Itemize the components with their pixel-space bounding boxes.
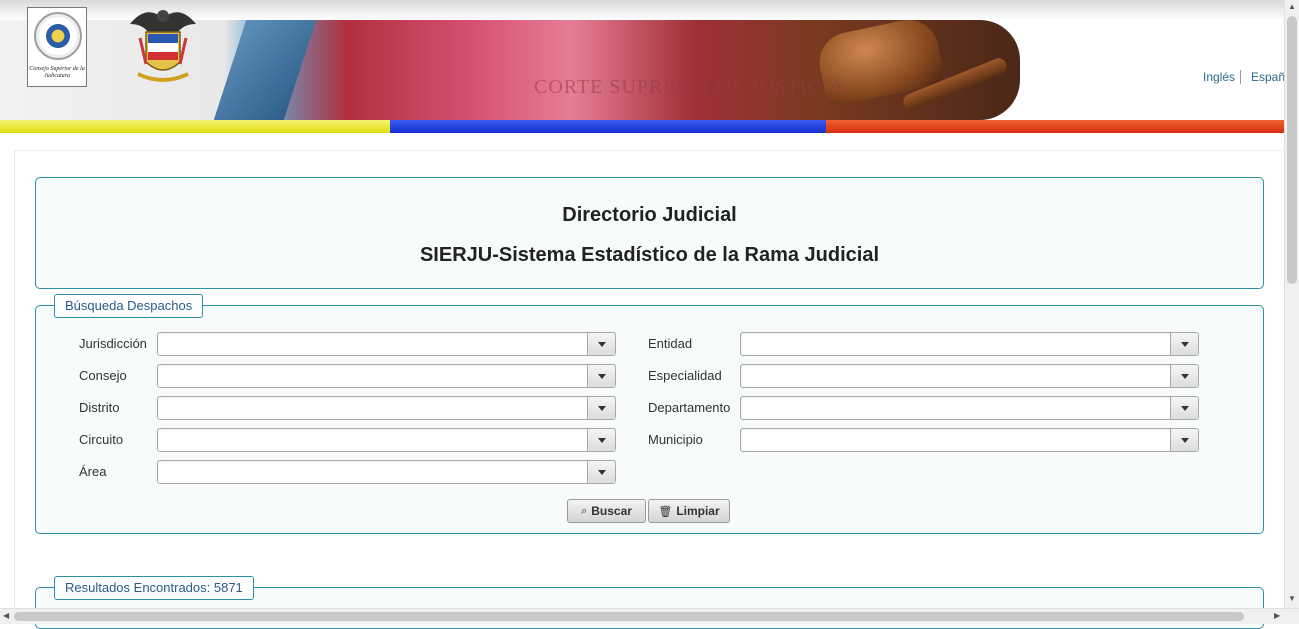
banner-watermark-text: CORTE SUPREMA DE JUSTICIA xyxy=(534,76,846,98)
coat-of-arms-logo xyxy=(130,10,196,82)
results-count-legend: Resultados Encontrados: 5871 xyxy=(54,576,254,600)
vertical-scrollbar[interactable]: ▲ ▼ xyxy=(1284,0,1299,608)
clear-button[interactable]: 🗑︎ Limpiar xyxy=(648,499,730,523)
horizontal-scrollbar[interactable]: ◀ ▶ xyxy=(0,608,1299,624)
chevron-down-icon[interactable] xyxy=(1170,429,1198,451)
label-consejo: Consejo xyxy=(79,368,127,383)
horizontal-scroll-thumb[interactable] xyxy=(14,612,1244,621)
scroll-right-icon[interactable]: ▶ xyxy=(1274,611,1280,620)
trash-icon: 🗑︎ xyxy=(658,505,673,518)
flag-stripe-red xyxy=(826,120,1284,133)
title-panel: Directorio Judicial SIERJU-Sistema Estad… xyxy=(35,177,1264,289)
chevron-down-icon[interactable] xyxy=(587,365,615,387)
seal-emblem xyxy=(34,12,82,60)
scroll-up-icon[interactable]: ▲ xyxy=(1288,2,1296,11)
scroll-left-icon[interactable]: ◀ xyxy=(3,611,9,620)
label-entidad: Entidad xyxy=(648,336,693,351)
flag-stripe-yellow xyxy=(0,120,390,133)
language-link-spanish[interactable]: Español xyxy=(1251,70,1284,84)
chevron-down-icon[interactable] xyxy=(1170,397,1198,419)
seal-caption: Consejo Superior de la Judicatura xyxy=(29,66,85,79)
select-circuito[interactable] xyxy=(157,428,616,452)
chevron-down-icon[interactable] xyxy=(587,429,615,451)
label-departamento: Departamento xyxy=(648,400,731,415)
magnifier-icon: ⌕ xyxy=(581,504,588,517)
label-jurisdiccion: Jurisdicción xyxy=(79,336,147,351)
search-panel-legend: Búsqueda Despachos xyxy=(54,294,204,318)
select-entidad[interactable] xyxy=(740,332,1199,356)
select-consejo[interactable] xyxy=(157,364,616,388)
page-title: Directorio Judicial xyxy=(562,204,737,226)
scroll-down-icon[interactable]: ▼ xyxy=(1288,594,1296,603)
flag-stripe-blue xyxy=(390,120,826,133)
language-link-english[interactable]: Inglés xyxy=(1203,70,1242,84)
label-circuito: Circuito xyxy=(79,432,124,447)
select-distrito[interactable] xyxy=(157,396,616,420)
label-distrito: Distrito xyxy=(79,400,120,415)
label-especialidad: Especialidad xyxy=(648,368,722,383)
chevron-down-icon[interactable] xyxy=(1170,365,1198,387)
chevron-down-icon[interactable] xyxy=(587,461,615,483)
search-button-label: Buscar xyxy=(591,504,632,518)
label-area: Área xyxy=(79,464,107,479)
consejo-seal-logo: Consejo Superior de la Judicatura xyxy=(27,7,87,87)
select-area[interactable] xyxy=(157,460,616,484)
label-municipio: Municipio xyxy=(648,432,703,447)
chevron-down-icon[interactable] xyxy=(587,333,615,355)
select-municipio[interactable] xyxy=(740,428,1199,452)
chevron-down-icon[interactable] xyxy=(587,397,615,419)
select-jurisdiccion[interactable] xyxy=(157,332,616,356)
page-subtitle: SIERJU-Sistema Estadístico de la Rama Ju… xyxy=(419,244,880,266)
vertical-scroll-thumb[interactable] xyxy=(1287,16,1297,284)
banner-wave xyxy=(213,20,317,120)
select-departamento[interactable] xyxy=(740,396,1199,420)
chevron-down-icon[interactable] xyxy=(1170,333,1198,355)
clear-button-label: Limpiar xyxy=(676,504,720,518)
select-especialidad[interactable] xyxy=(740,364,1199,388)
search-button[interactable]: ⌕ Buscar xyxy=(567,499,646,523)
